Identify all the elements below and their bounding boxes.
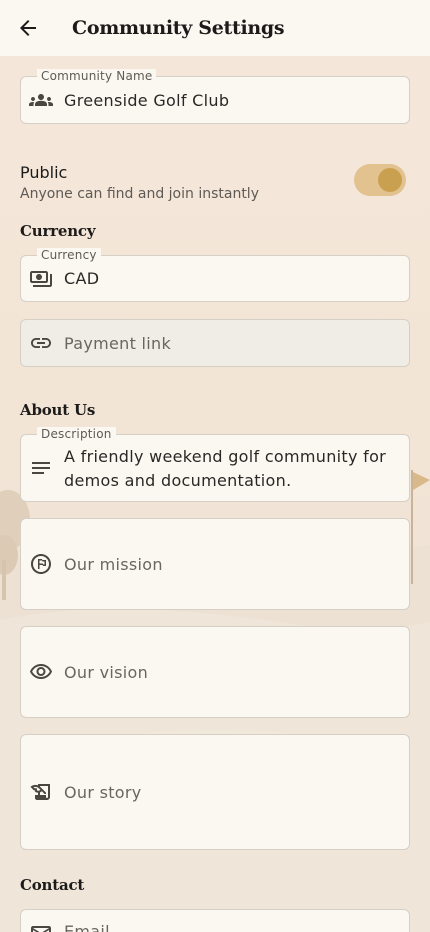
flag-circle-icon xyxy=(29,552,53,576)
community-name-label: Community Name xyxy=(37,69,157,83)
currency-field[interactable]: Currency CAD xyxy=(20,248,410,302)
payment-link-field[interactable]: Payment link xyxy=(20,319,410,367)
notes-icon xyxy=(29,456,53,480)
community-name-field[interactable]: Community Name Greenside Golf Club xyxy=(20,69,410,124)
mission-placeholder: Our mission xyxy=(64,554,163,574)
mission-field[interactable]: Our mission xyxy=(20,518,410,610)
back-button[interactable] xyxy=(0,0,56,56)
email-placeholder: Email xyxy=(64,922,110,932)
currency-heading: Currency xyxy=(20,222,96,240)
arrow-back-icon xyxy=(20,20,36,36)
eye-icon xyxy=(29,660,53,684)
currency-value: CAD xyxy=(64,269,100,288)
public-label: Public xyxy=(20,163,68,182)
page-title: Community Settings xyxy=(72,17,285,39)
about-heading: About Us xyxy=(20,401,96,419)
contact-heading: Contact xyxy=(20,876,85,894)
currency-field-label: Currency xyxy=(37,248,101,262)
history-edu-icon xyxy=(29,780,53,804)
description-value: A friendly weekend golf community for de… xyxy=(64,447,387,490)
description-label: Description xyxy=(37,427,116,441)
public-description: Anyone can find and join instantly xyxy=(20,186,259,202)
vision-field[interactable]: Our vision xyxy=(20,626,410,718)
public-toggle[interactable] xyxy=(354,164,406,196)
payment-link-placeholder: Payment link xyxy=(64,333,172,353)
link-icon xyxy=(29,331,53,355)
story-placeholder: Our story xyxy=(64,782,142,802)
description-field[interactable]: Description A friendly weekend golf comm… xyxy=(20,427,410,502)
app-bar: Community Settings xyxy=(0,0,430,56)
story-field[interactable]: Our story xyxy=(20,734,410,850)
groups-icon xyxy=(29,88,53,112)
toggle-knob xyxy=(378,168,402,192)
payments-icon xyxy=(29,267,53,291)
email-field[interactable]: Email xyxy=(20,909,410,932)
community-name-value: Greenside Golf Club xyxy=(64,90,230,110)
vision-placeholder: Our vision xyxy=(64,662,149,682)
mail-icon xyxy=(29,922,53,932)
